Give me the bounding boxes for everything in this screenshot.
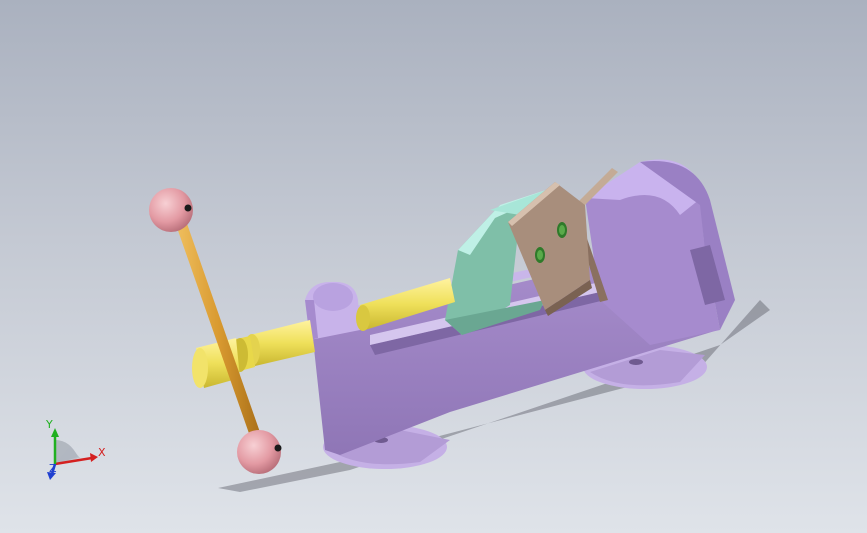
x-axis-label: X	[98, 446, 106, 459]
handle-bar[interactable]	[175, 218, 262, 442]
z-axis-label: Z	[49, 462, 57, 475]
handle-ball-top[interactable]	[149, 188, 193, 232]
y-axis-label: Y	[45, 418, 53, 431]
3d-viewport[interactable]: X Y Z	[0, 0, 867, 533]
vise-model[interactable]	[0, 0, 867, 533]
handle-ball-bottom[interactable]	[237, 430, 282, 474]
axis-triad: X Y Z	[45, 418, 106, 480]
